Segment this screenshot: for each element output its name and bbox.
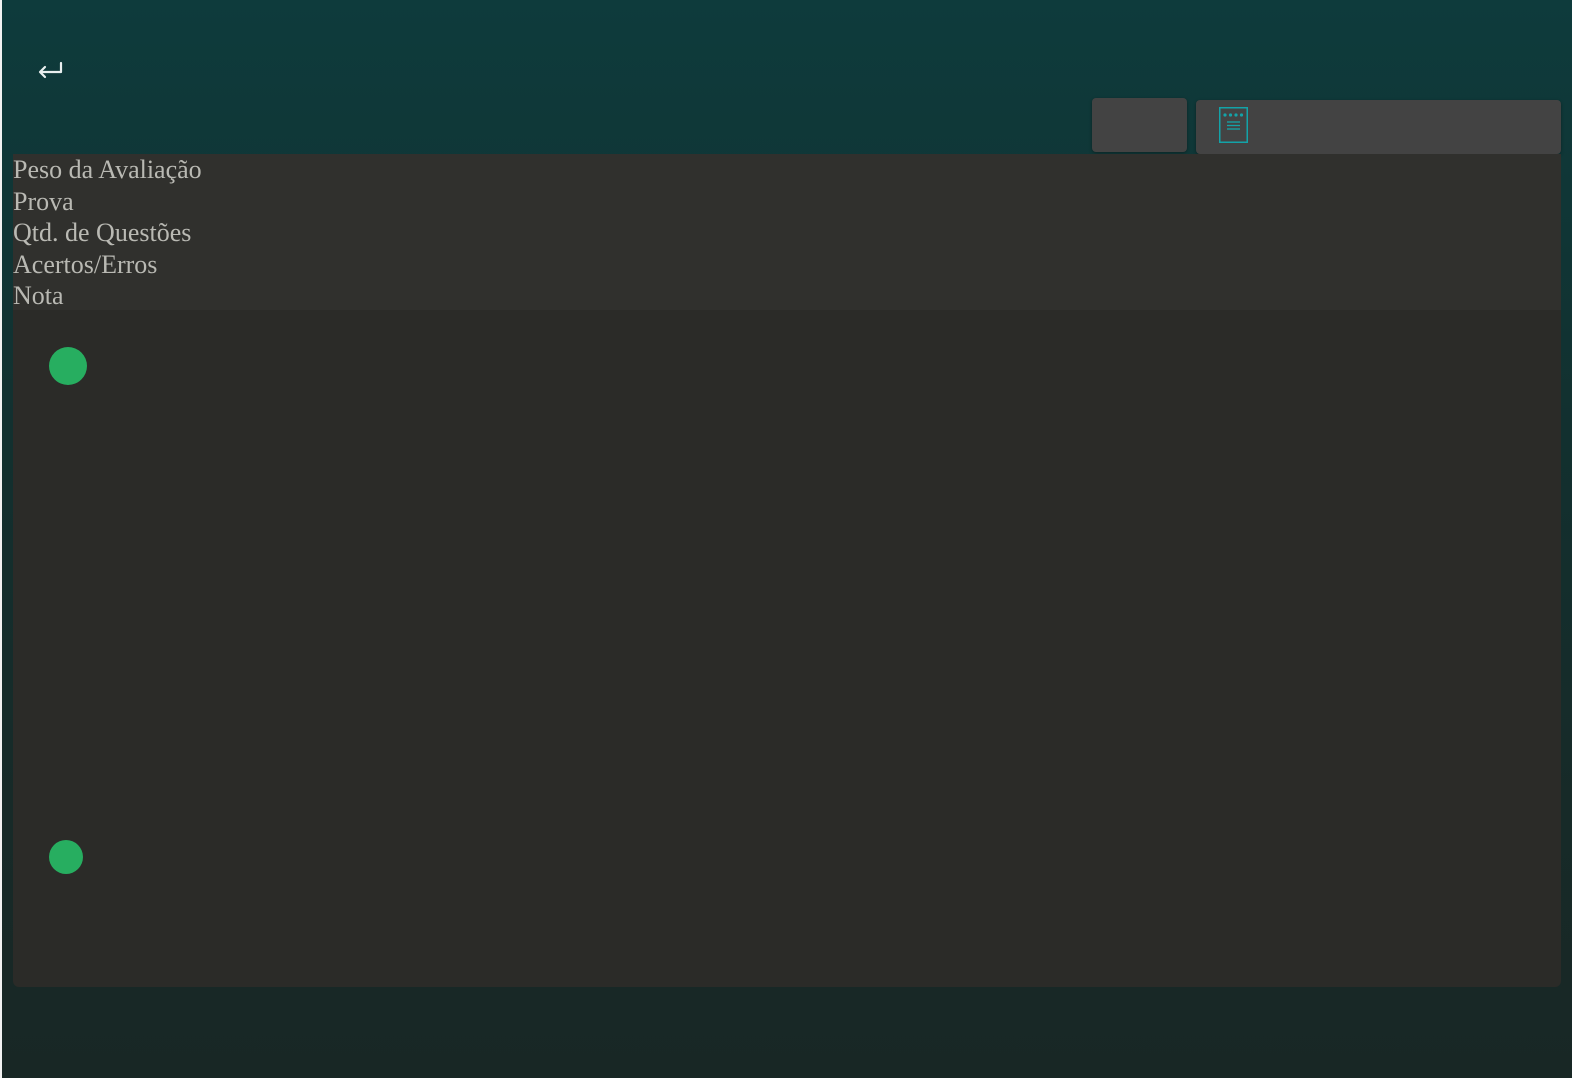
field-acertos-erros: Acertos/Erros bbox=[13, 249, 158, 279]
document-list-icon bbox=[1219, 107, 1248, 143]
status-dot bbox=[49, 840, 83, 874]
back-button[interactable] bbox=[32, 56, 68, 86]
field-peso-avaliacao: Peso da Avaliação bbox=[13, 155, 202, 184]
evaluation-info-panel: Peso da Avaliação Prova Qtd. de Questões… bbox=[13, 154, 1561, 310]
evaluation-info-list: Peso da Avaliação Prova Qtd. de Questões… bbox=[13, 154, 1561, 312]
status-dot bbox=[49, 347, 87, 385]
field-prova: Prova bbox=[13, 186, 74, 216]
header-action-button[interactable] bbox=[1092, 98, 1187, 152]
field-nota: Nota bbox=[13, 281, 64, 310]
field-qtd-questoes: Qtd. de Questões bbox=[13, 218, 192, 247]
return-arrow-icon bbox=[38, 61, 63, 79]
content-panel bbox=[13, 310, 1561, 987]
header-menu-button[interactable] bbox=[1196, 100, 1561, 154]
window-edge bbox=[0, 0, 2, 1078]
